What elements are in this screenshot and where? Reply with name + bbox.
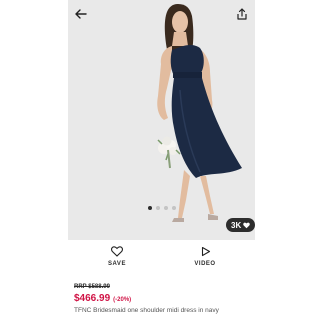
save-button[interactable]: SAVE (97, 246, 137, 267)
back-button[interactable] (72, 5, 90, 23)
save-count-badge[interactable]: 3K (226, 218, 255, 232)
pagination-dot[interactable] (171, 206, 176, 210)
share-icon (237, 8, 247, 20)
video-label: VIDEO (194, 261, 216, 267)
pagination-dot[interactable] (163, 206, 168, 210)
heart-icon (111, 246, 123, 257)
discount-badge: (-20%) (113, 297, 132, 303)
share-button[interactable] (233, 5, 251, 23)
action-bar: SAVE VIDEO (0, 246, 320, 272)
gallery-pagination[interactable] (68, 206, 255, 210)
heart-icon (243, 222, 251, 228)
current-price-row: $466.99 (-20%) (74, 293, 131, 304)
play-icon (201, 246, 210, 257)
current-price: $466.99 (74, 293, 111, 304)
back-arrow-icon (75, 9, 87, 19)
save-count-text: 3K (231, 220, 242, 230)
save-label: SAVE (108, 261, 126, 267)
rrp-price: RRP $588.99 (74, 284, 110, 290)
product-title: TFNC Bridesmaid one shoulder midi dress … (74, 307, 219, 314)
pagination-dot[interactable] (155, 206, 160, 210)
video-button[interactable]: VIDEO (185, 246, 225, 267)
product-image-gallery[interactable]: 3K (68, 0, 255, 240)
product-photo (157, 4, 242, 222)
pagination-dot[interactable] (147, 206, 152, 210)
